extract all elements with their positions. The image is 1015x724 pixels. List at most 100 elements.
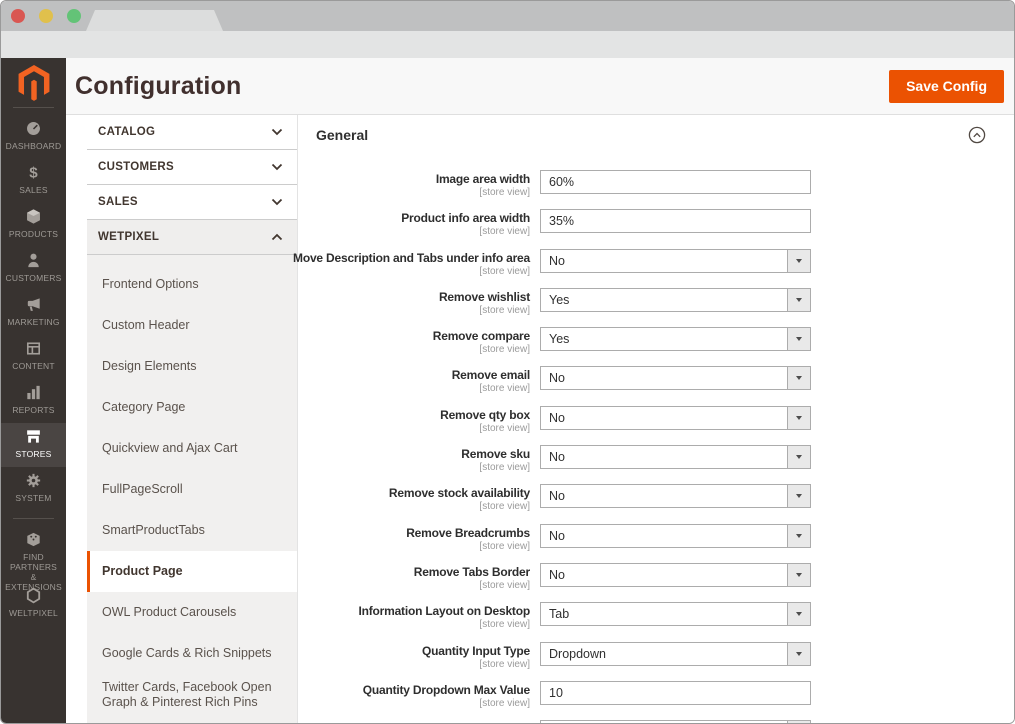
config-nav-section-customers[interactable]: CUSTOMERS [87,150,297,185]
dashboard-icon [24,119,43,138]
dropdown-arrow-icon[interactable] [787,485,810,507]
field-label: Remove email [316,368,530,382]
field-scope: [store view] [316,500,530,513]
browser-window: DASHBOARD $ SALES PRODUCTS CUSTOMERS MAR… [0,0,1015,724]
field-label: Remove stock availability [316,486,530,500]
field-scope: [store view] [316,540,530,553]
config-nav-item-fullpagescroll[interactable]: FullPageScroll [87,469,297,510]
minimize-button[interactable] [39,9,53,23]
dropdown-arrow-icon[interactable] [787,446,810,468]
field-scope: [store view] [316,343,530,356]
field-label: Quantity Input Type [316,644,530,658]
select-value: No [541,367,787,389]
form-row [316,720,986,724]
sidebar-item-marketing[interactable]: MARKETING [1,291,66,335]
dropdown-arrow-icon[interactable] [787,407,810,429]
select-information-layout-on-desktop[interactable]: Tab [540,602,811,626]
sidebar-divider [13,107,54,108]
select-value: Yes [541,328,787,350]
form-row: Remove Breadcrumbs [store view] No [316,524,986,548]
select-remove-breadcrumbs[interactable]: No [540,524,811,548]
dropdown-arrow-icon[interactable] [787,525,810,547]
input-image-area-width[interactable] [540,170,811,194]
sidebar-item-content[interactable]: CONTENT [1,335,66,379]
config-nav-items: Frontend Options Custom Header Design El… [87,255,297,724]
save-config-button[interactable]: Save Config [889,70,1004,103]
sidebar-item-reports[interactable]: REPORTS [1,379,66,423]
dropdown-arrow-icon[interactable] [787,328,810,350]
config-nav-section-sales[interactable]: SALES [87,185,297,220]
input-quantity-dropdown-max-value[interactable] [540,681,811,705]
chevron-up-icon [271,233,283,241]
dropdown-arrow-icon[interactable] [787,643,810,665]
config-nav-item-owl-product-carousels[interactable]: OWL Product Carousels [87,592,297,633]
field-label: Image area width [316,172,530,186]
sidebar-item-stores[interactable]: STORES [1,423,66,467]
browser-tab[interactable] [86,10,223,31]
settings-form: Image area width [store view] Product in… [316,170,986,724]
select-remove-qty-box[interactable]: No [540,406,811,430]
config-nav-item-category-page[interactable]: Category Page [87,387,297,428]
sidebar-divider [13,518,54,519]
sidebar-item-find-partners-extensions[interactable]: FIND PARTNERS & EXTENSIONS [1,526,66,582]
input-product-info-area-width[interactable] [540,209,811,233]
config-nav-section-catalog[interactable]: CATALOG [87,115,297,150]
content-icon [24,339,43,358]
zoom-button[interactable] [67,9,81,23]
select-remove-email[interactable]: No [540,366,811,390]
config-nav-item-smartproducttabs[interactable]: SmartProductTabs [87,510,297,551]
sidebar-item-customers[interactable]: CUSTOMERS [1,247,66,291]
form-row: Remove Tabs Border [store view] No [316,563,986,587]
field-scope: [store view] [316,579,530,592]
dropdown-arrow-icon[interactable] [787,603,810,625]
chevron-up-circle-icon[interactable] [968,126,986,144]
select-remove-sku[interactable]: No [540,445,811,469]
traffic-lights [11,9,81,23]
config-nav-item-twitter-cards-facebook-open-graph-pinterest-rich-pins[interactable]: Twitter Cards, Facebook Open Graph & Pin… [87,674,297,715]
sidebar-item-products[interactable]: PRODUCTS [1,203,66,247]
config-nav-sections: CATALOG CUSTOMERS SALES WETPIXEL [87,115,297,255]
select-remove-compare[interactable]: Yes [540,327,811,351]
field-scope: [store view] [316,265,530,278]
system-icon [24,471,43,490]
config-nav-item-product-page[interactable]: Product Page [87,551,297,592]
form-row: Remove stock availability [store view] N… [316,484,986,508]
select-blank[interactable] [540,720,811,724]
select-value: Tab [541,603,787,625]
select-remove-stock-availability[interactable]: No [540,484,811,508]
close-button[interactable] [11,9,25,23]
chevron-down-icon [271,163,283,171]
reports-icon [24,383,43,402]
select-remove-tabs-border[interactable]: No [540,563,811,587]
field-scope: [store view] [316,697,530,710]
dropdown-arrow-icon[interactable] [787,367,810,389]
form-row: Image area width [store view] [316,170,986,194]
select-value: Dropdown [541,643,787,665]
sidebar-item-system[interactable]: SYSTEM [1,467,66,511]
dropdown-arrow-icon[interactable] [787,564,810,586]
dropdown-arrow-icon[interactable] [787,289,810,311]
config-nav-item-frontend-options[interactable]: Frontend Options [87,264,297,305]
sidebar-item-dashboard[interactable]: DASHBOARD [1,115,66,159]
config-nav-section-wetpixel[interactable]: WETPIXEL [87,220,297,255]
config-nav-item-google-cards-rich-snippets[interactable]: Google Cards & Rich Snippets [87,633,297,674]
magento-logo[interactable] [1,66,66,100]
sidebar-item-sales[interactable]: $ SALES [1,159,66,203]
select-move-description-and-tabs-under-info-area[interactable]: No [540,249,811,273]
field-scope: [store view] [316,658,530,671]
section-title: General [316,127,368,143]
config-nav-item-quickview-and-ajax-cart[interactable]: Quickview and Ajax Cart [87,428,297,469]
config-nav-item-design-elements[interactable]: Design Elements [87,346,297,387]
svg-text:$: $ [29,165,38,182]
dropdown-arrow-icon[interactable] [787,250,810,272]
form-row: Remove compare [store view] Yes [316,327,986,351]
select-remove-wishlist[interactable]: Yes [540,288,811,312]
select-value: No [541,407,787,429]
stores-icon [24,427,43,446]
config-nav-item-custom-header[interactable]: Custom Header [87,305,297,346]
section-header: General [316,123,986,147]
app-sidebar: DASHBOARD $ SALES PRODUCTS CUSTOMERS MAR… [1,58,66,724]
field-label: Remove Tabs Border [316,565,530,579]
select-quantity-input-type[interactable]: Dropdown [540,642,811,666]
field-scope: [store view] [316,304,530,317]
